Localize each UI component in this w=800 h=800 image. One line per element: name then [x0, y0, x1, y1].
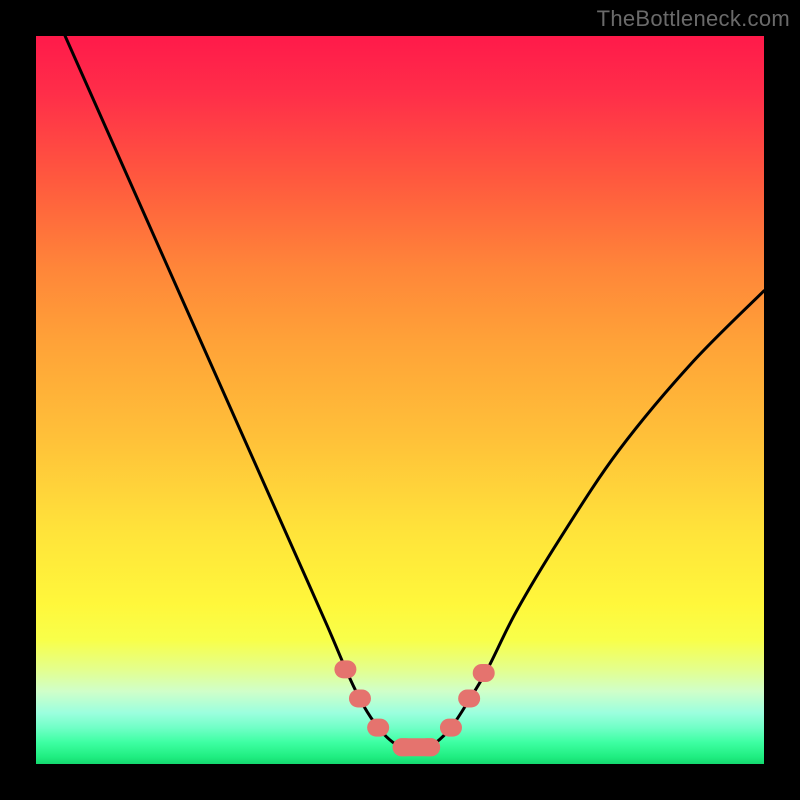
highlight-markers — [334, 660, 494, 756]
marker-bottom-bar — [393, 738, 440, 756]
marker-point — [473, 664, 495, 682]
attribution-label: TheBottleneck.com — [597, 6, 790, 32]
marker-point — [440, 719, 462, 737]
marker-point — [367, 719, 389, 737]
bottleneck-curve — [65, 36, 764, 750]
marker-point — [334, 660, 356, 678]
plot-area — [36, 36, 764, 764]
marker-point — [349, 689, 371, 707]
chart-frame: TheBottleneck.com — [0, 0, 800, 800]
curve-layer — [36, 36, 764, 764]
marker-point — [458, 689, 480, 707]
